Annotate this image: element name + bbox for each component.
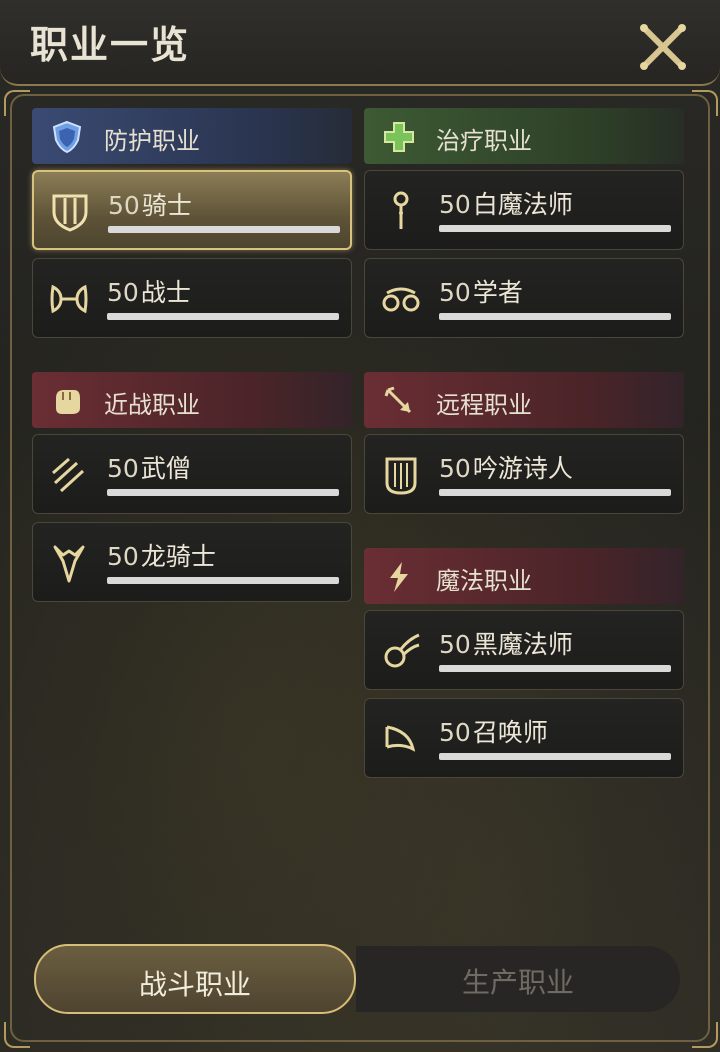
job-level: 50	[439, 630, 471, 659]
tab-label: 战斗职业	[138, 968, 251, 1001]
job-white-mage[interactable]: 50白魔法师	[364, 170, 684, 250]
scholar-icon	[382, 287, 420, 312]
category-label: 治疗职业	[436, 127, 532, 155]
category-magic: 魔法职业	[364, 548, 684, 604]
job-name: 白魔法师	[472, 190, 573, 219]
job-level: 50	[439, 190, 471, 219]
job-name: 吟游诗人	[472, 454, 573, 483]
category-melee: 近战职业	[32, 372, 352, 428]
frame-ornament	[4, 1022, 30, 1048]
job-scholar[interactable]: 50学者	[364, 258, 684, 338]
category-label: 远程职业	[436, 391, 532, 419]
dragoon-icon	[53, 545, 85, 583]
black-mage-fireball-icon	[384, 633, 420, 668]
job-name: 战士	[140, 278, 191, 307]
window-title: 职业一览	[30, 22, 191, 67]
frame-ornament	[4, 90, 30, 116]
job-dragoon[interactable]: 50龙骑士	[32, 522, 352, 602]
category-ranged: 远程职业	[364, 372, 684, 428]
white-mage-staff-icon	[393, 191, 409, 229]
frame-ornament	[692, 1022, 718, 1048]
job-bard[interactable]: 50吟游诗人	[364, 434, 684, 514]
category-label: 近战职业	[104, 391, 200, 419]
experience-bar	[439, 665, 671, 672]
paladin-shield-icon	[52, 194, 88, 232]
summoner-icon	[385, 725, 416, 752]
tab-label: 生产职业	[461, 966, 574, 999]
job-list-window: 职业一览 防护职业 治疗职业 50骑士 50白魔法师 50战士 50学者 近战职…	[0, 0, 720, 1052]
job-name: 武僧	[140, 454, 191, 483]
tab-crafting[interactable]: 生产职业	[356, 946, 680, 1012]
job-level: 50	[107, 542, 139, 571]
job-type-tabs: 生产职业 战斗职业	[34, 944, 680, 1014]
job-level: 50	[439, 454, 471, 483]
experience-bar	[107, 313, 339, 320]
tab-combat[interactable]: 战斗职业	[34, 944, 356, 1014]
category-label: 魔法职业	[436, 567, 532, 595]
shield-icon	[52, 120, 82, 154]
experience-bar	[108, 226, 340, 233]
warrior-axe-icon	[50, 284, 88, 314]
job-paladin[interactable]: 50骑士	[32, 170, 352, 250]
experience-bar	[439, 489, 671, 496]
job-level: 50	[439, 718, 471, 747]
experience-bar	[439, 753, 671, 760]
category-label: 防护职业	[104, 127, 200, 155]
job-black-mage[interactable]: 50黑魔法师	[364, 610, 684, 690]
title-bar: 职业一览	[0, 0, 720, 86]
monk-claw-icon	[52, 457, 85, 493]
job-level: 50	[107, 278, 139, 307]
fist-icon	[56, 390, 80, 414]
cross-icon	[384, 122, 414, 152]
job-level: 50	[108, 191, 140, 220]
category-healer: 治疗职业	[364, 108, 684, 164]
job-summoner[interactable]: 50召唤师	[364, 698, 684, 778]
job-monk[interactable]: 50武僧	[32, 434, 352, 514]
job-warrior[interactable]: 50战士	[32, 258, 352, 338]
job-name: 黑魔法师	[472, 630, 573, 659]
job-level: 50	[439, 278, 471, 307]
experience-bar	[439, 225, 671, 232]
arrow-icon	[384, 386, 412, 414]
bard-harp-icon	[385, 457, 417, 495]
experience-bar	[107, 489, 339, 496]
job-name: 骑士	[141, 191, 192, 220]
experience-bar	[439, 313, 671, 320]
experience-bar	[107, 577, 339, 584]
frame-ornament	[692, 90, 718, 116]
lightning-icon	[390, 562, 408, 592]
job-name: 学者	[472, 278, 523, 307]
job-level: 50	[107, 454, 139, 483]
job-name: 龙骑士	[140, 542, 216, 571]
category-tank: 防护职业	[32, 108, 352, 164]
close-icon[interactable]	[636, 20, 690, 74]
job-name: 召唤师	[472, 718, 548, 747]
